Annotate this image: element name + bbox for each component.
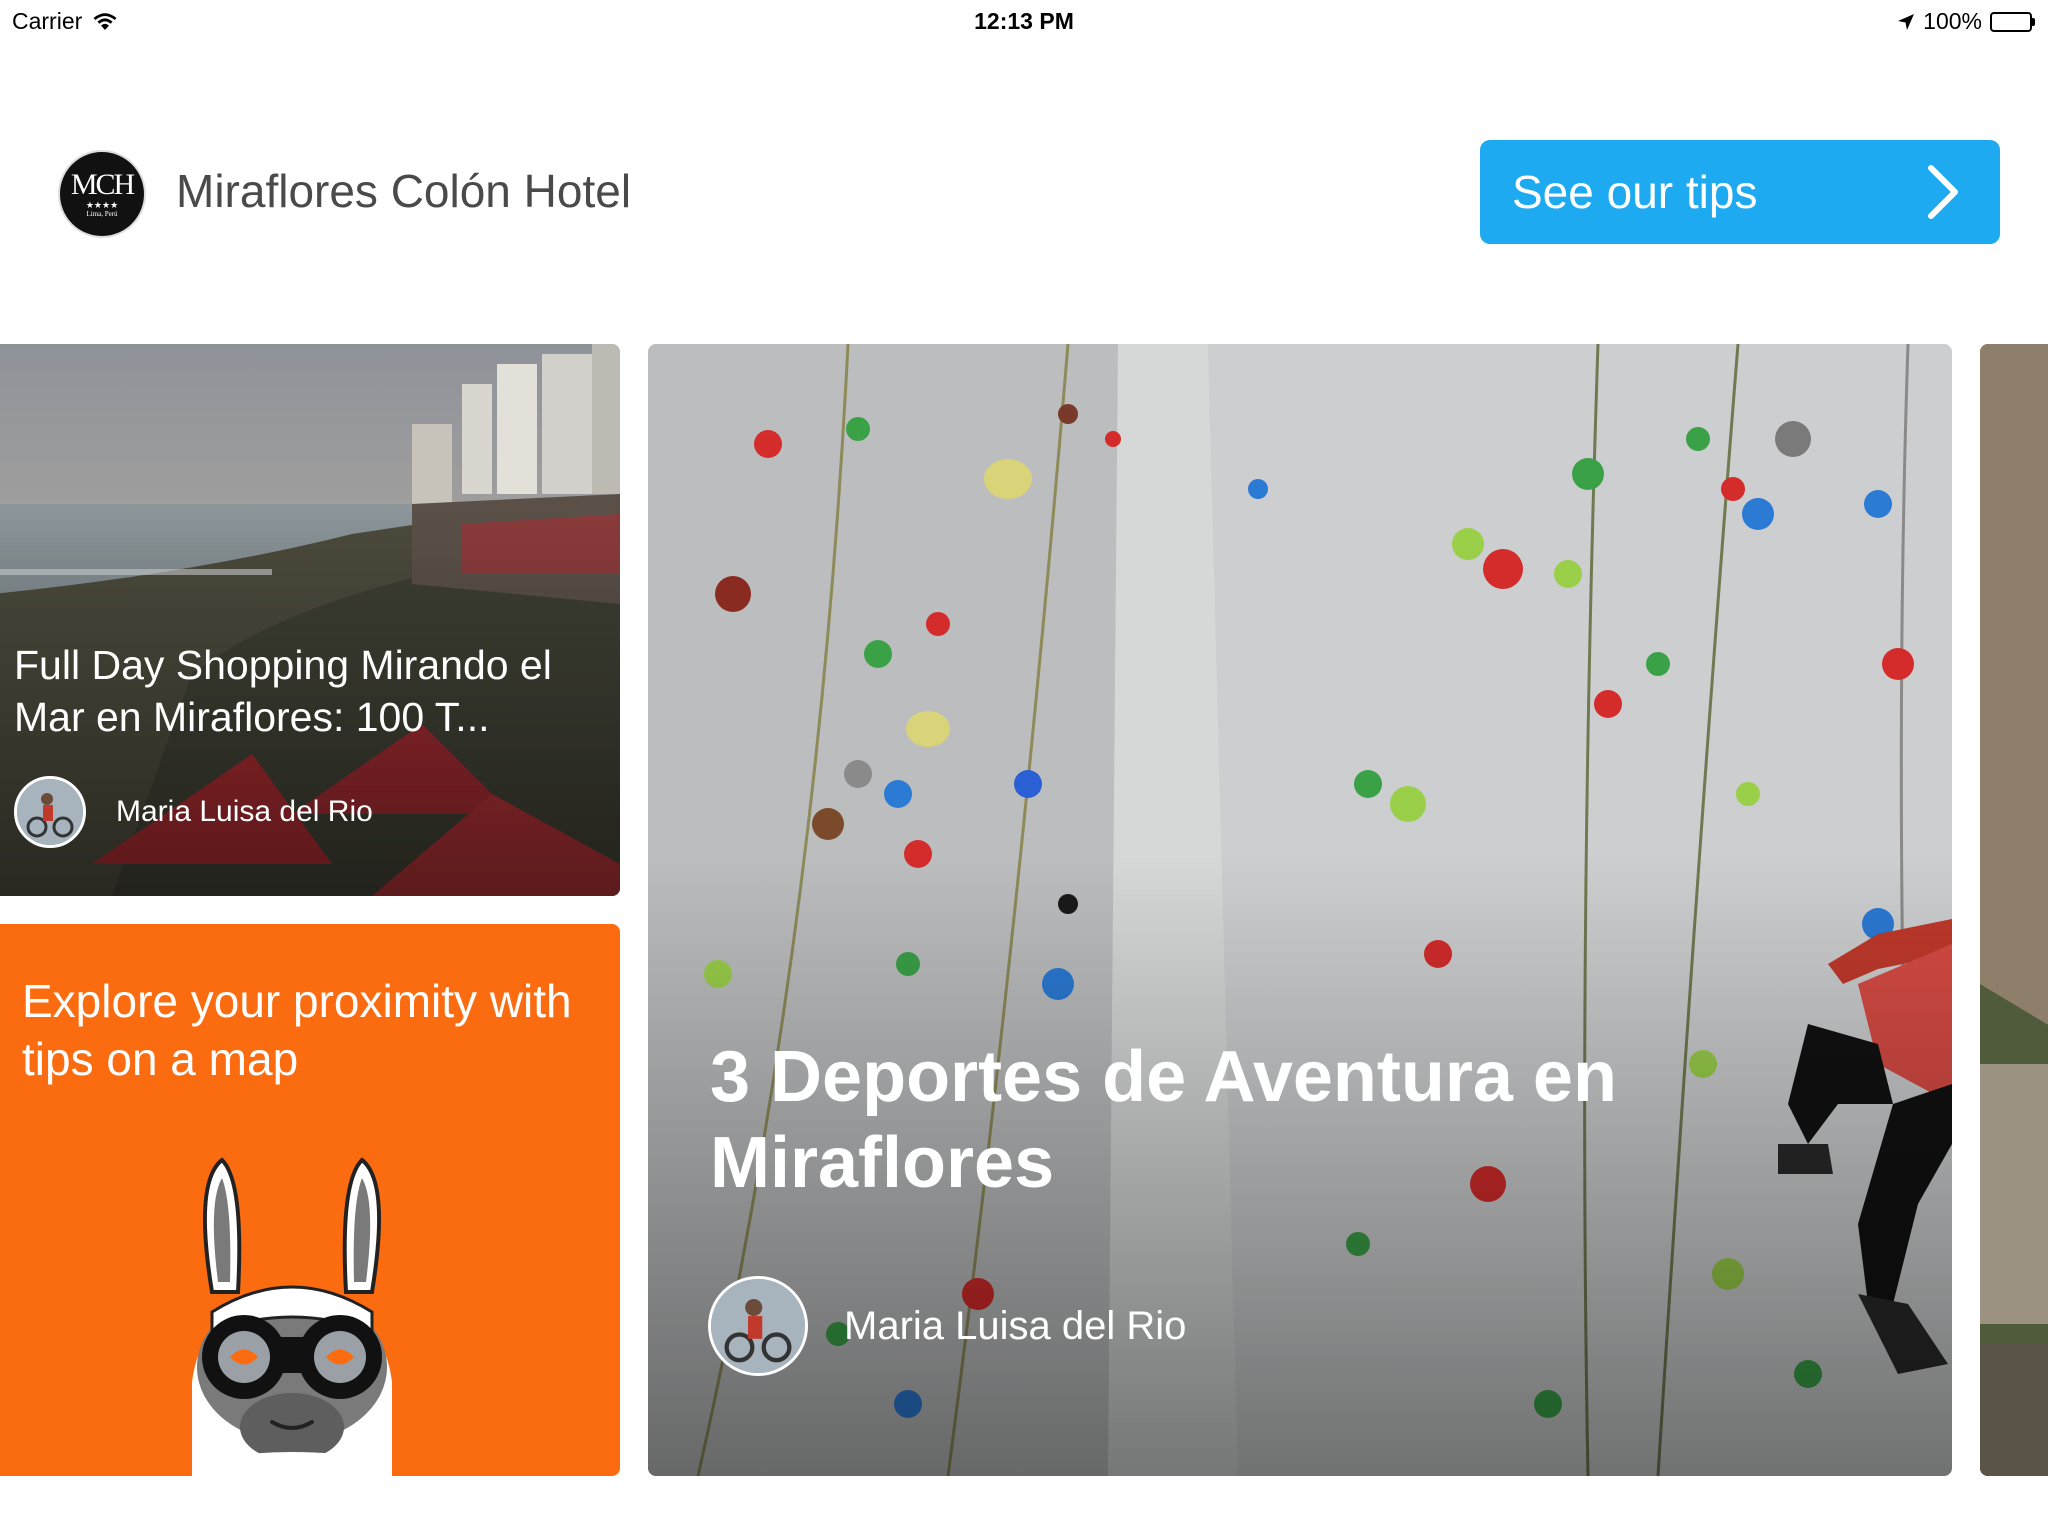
tip-card-shopping[interactable]: Full Day Shopping Mirando el Mar en Mira…: [0, 344, 620, 896]
author-name: Maria Luisa del Rio: [116, 795, 373, 828]
see-tips-label: See our tips: [1512, 166, 1758, 218]
tip-author[interactable]: Maria Luisa del Rio: [14, 776, 373, 848]
tip-card-climbing[interactable]: 3 Deportes de Aventura en Miraflores Mar…: [648, 344, 1952, 1476]
llama-binoculars-icon: [192, 1157, 392, 1476]
tip-card-partial[interactable]: [1980, 344, 2048, 1476]
battery-percent: 100%: [1923, 8, 1982, 34]
tip-title: Full Day Shopping Mirando el Mar en Mira…: [14, 642, 552, 740]
chevron-right-icon: [1928, 165, 1958, 219]
tip-title: 3 Deportes de Aventura en Miraflores: [710, 1037, 1617, 1203]
cyclist-avatar-icon: [17, 779, 83, 845]
mountain-photo-partial: [1980, 344, 2048, 1476]
explore-map-text: Explore your proximity with tips on a ma…: [22, 975, 572, 1085]
status-bar: Carrier 12:13 PM 100%: [0, 0, 2048, 42]
author-avatar: [14, 776, 86, 848]
logo-stars: ★★★★: [85, 199, 119, 210]
hotel-logo: MCH ★★★★ Lima, Perú: [58, 150, 146, 238]
battery-icon: [1990, 11, 2036, 32]
author-name: Maria Luisa del Rio: [844, 1303, 1187, 1348]
hotel-name: Miraflores Colón Hotel: [176, 165, 632, 217]
cyclist-avatar-icon: [711, 1279, 805, 1373]
status-right: 100%: [1897, 8, 2036, 35]
logo-city: Lima, Perú: [86, 209, 118, 218]
clock: 12:13 PM: [974, 8, 1074, 34]
tip-author[interactable]: Maria Luisa del Rio: [708, 1276, 1186, 1376]
author-avatar: [708, 1276, 808, 1376]
logo-monogram: MCH: [70, 167, 135, 201]
see-tips-button[interactable]: See our tips: [1480, 140, 2000, 244]
hotel-header: MCH ★★★★ Lima, Perú Miraflores Colón Hot…: [0, 130, 2048, 250]
explore-map-card[interactable]: Explore your proximity with tips on a ma…: [0, 924, 620, 1476]
location-arrow-icon: [1898, 13, 1915, 30]
